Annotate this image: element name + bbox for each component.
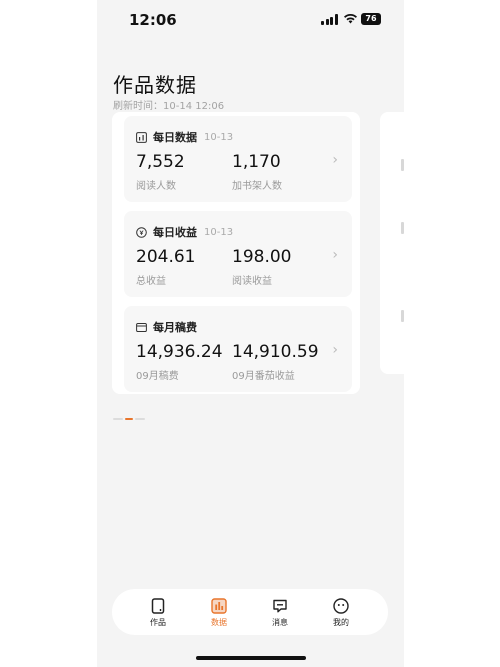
chart-icon (211, 598, 227, 614)
home-indicator[interactable] (196, 656, 306, 660)
tab-profile[interactable]: 我的 (316, 589, 366, 635)
tab-data[interactable]: 数据 (194, 589, 244, 635)
tab-data-label: 数据 (211, 618, 227, 627)
tab-bar: 作品 数据 消息 我的 (112, 589, 388, 635)
monthly-fee-value: 14,936.24 (136, 342, 223, 362)
tomato-income-value: 14,910.59 (232, 342, 319, 362)
message-icon (273, 599, 287, 613)
monthly-fee-label: 09月稿费 (136, 371, 179, 382)
readers-label: 阅读人数 (136, 181, 176, 192)
daily-data-card[interactable]: 每日数据 10-13 7,552 阅读人数 1,170 加书架人数 › (124, 116, 352, 202)
refresh-time: 刷新时间：10-14 12:06 (113, 101, 225, 112)
tab-messages-label: 消息 (272, 618, 288, 627)
total-income-value: 204.61 (136, 247, 196, 267)
monthly-fee-card[interactable]: 每月稿费 14,936.24 09月稿费 14,910.59 09月番茄收益 › (124, 306, 352, 392)
status-bar: 12:06 76 (97, 0, 404, 40)
tab-works[interactable]: 作品 (133, 589, 183, 635)
chevron-right-icon: › (332, 342, 338, 358)
daily-income-date: 10-13 (204, 226, 234, 238)
daily-data-title: 每日数据 (153, 131, 197, 144)
tab-messages[interactable]: 消息 (255, 589, 305, 635)
battery-icon: 76 (361, 13, 381, 25)
coin-icon (136, 226, 147, 238)
next-card-peek[interactable] (380, 112, 404, 374)
signal-icon (321, 14, 338, 25)
profile-icon (333, 598, 349, 614)
bookshelf-label: 加书架人数 (232, 181, 282, 192)
page-indicator (113, 418, 145, 420)
tab-profile-label: 我的 (333, 618, 349, 627)
page-title: 作品数据 (113, 73, 197, 97)
daily-income-card[interactable]: 每日收益 10-13 204.61 总收益 198.00 阅读收益 › (124, 211, 352, 297)
bar-chart-icon (136, 131, 147, 143)
daily-data-header: 每日数据 10-13 (136, 129, 233, 145)
book-icon (151, 598, 165, 614)
reading-income-value: 198.00 (232, 247, 292, 267)
wallet-icon (136, 322, 147, 332)
phone-screen: 12:06 76 作品数据 刷新时间：10-14 12:06 每日数据 10-1… (97, 0, 404, 667)
monthly-fee-title: 每月稿费 (153, 321, 197, 334)
daily-income-header: 每日收益 10-13 (136, 224, 233, 240)
status-time: 12:06 (129, 11, 177, 29)
reading-income-label: 阅读收益 (232, 276, 272, 287)
monthly-fee-header: 每月稿费 (136, 319, 197, 335)
daily-data-date: 10-13 (204, 131, 234, 143)
tab-works-label: 作品 (150, 618, 166, 627)
daily-income-title: 每日收益 (153, 226, 197, 239)
readers-value: 7,552 (136, 152, 185, 172)
total-income-label: 总收益 (136, 276, 166, 287)
chevron-right-icon: › (332, 152, 338, 168)
wifi-icon (344, 13, 357, 24)
bookshelf-value: 1,170 (232, 152, 281, 172)
tomato-income-label: 09月番茄收益 (232, 371, 295, 382)
chevron-right-icon: › (332, 247, 338, 263)
